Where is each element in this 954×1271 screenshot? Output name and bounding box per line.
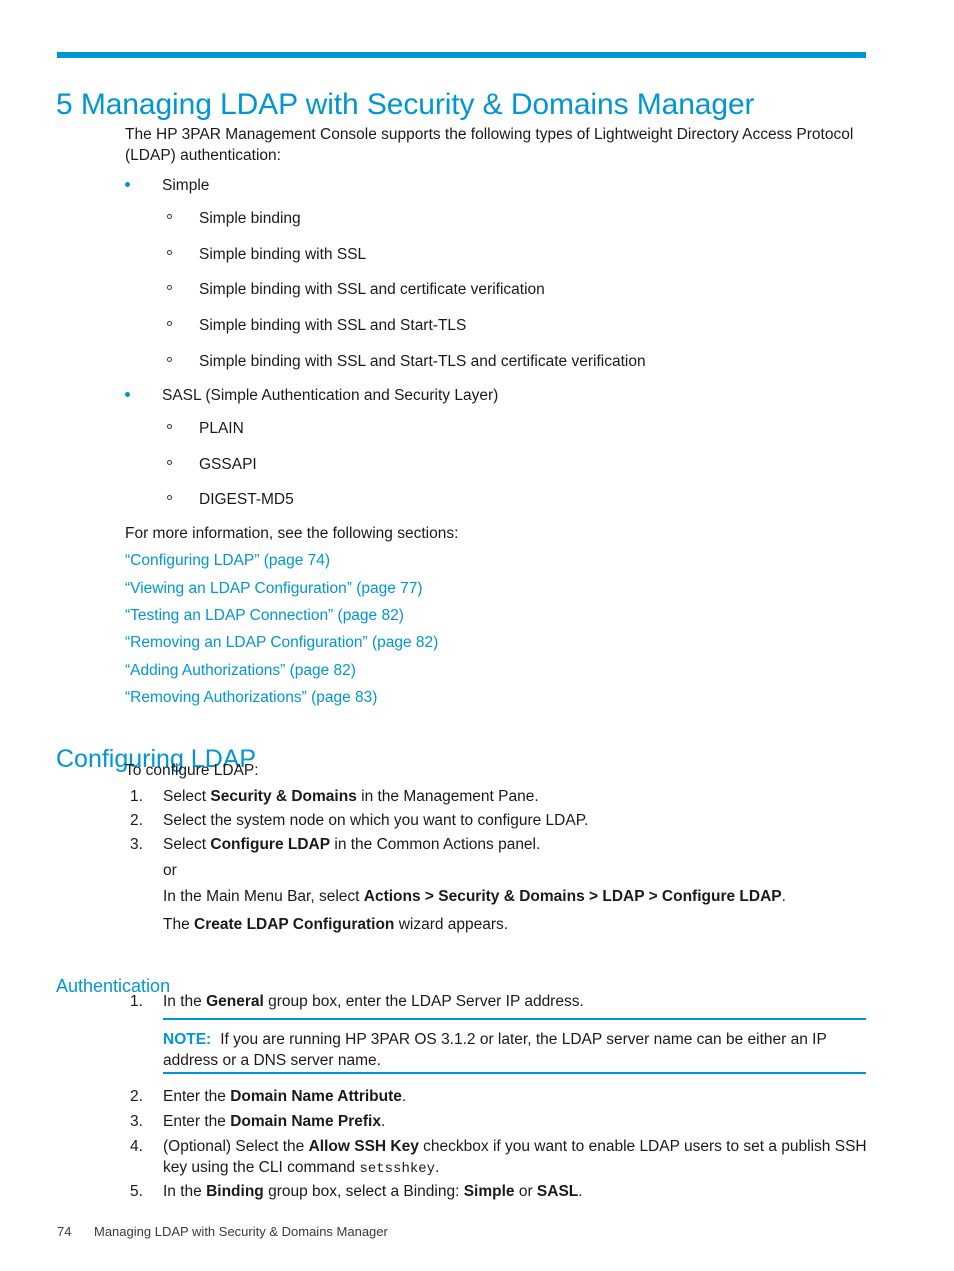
step-text-bold: Domain Name Attribute <box>230 1088 402 1105</box>
menu-path-pre: In the Main Menu Bar, select <box>163 888 364 905</box>
list-number: 1. <box>130 788 143 805</box>
xref-link-configuring-ldap[interactable]: “Configuring LDAP” (page 74) <box>125 550 330 571</box>
list-item-label: Simple binding <box>199 210 301 227</box>
list-item-label: SASL (Simple Authentication and Security… <box>162 387 499 404</box>
step-text-bold: Domain Name Prefix <box>230 1113 381 1130</box>
list-item-text: In the General group box, enter the LDAP… <box>163 991 584 1012</box>
footer-running-head: Managing LDAP with Security & Domains Ma… <box>94 1224 388 1239</box>
wizard-pre: The <box>163 916 195 933</box>
list-item-text: Select Configure LDAP in the Common Acti… <box>163 834 540 855</box>
step-text-post: in the Common Actions panel. <box>330 836 541 853</box>
list-number: 5. <box>130 1183 143 1200</box>
list-number: 3. <box>130 836 143 853</box>
step-text-pre: Select <box>163 788 211 805</box>
step-text-bold: Configure LDAP <box>210 836 331 853</box>
xref-link-adding-authorizations[interactable]: “Adding Authorizations” (page 82) <box>125 660 356 681</box>
list-number: 4. <box>130 1138 143 1155</box>
list-item-label: Simple binding with SSL and Start-TLS <box>199 317 467 334</box>
step-text-post: group box, enter the LDAP Server IP addr… <box>263 993 584 1010</box>
bullet-dot-icon <box>125 392 130 397</box>
step-text-post: . <box>401 1088 407 1105</box>
note-box: NOTE: If you are running HP 3PAR OS 3.1.2… <box>163 1029 869 1071</box>
note-rule-top <box>163 1018 866 1020</box>
step-text-bold: Security & Domains <box>210 788 357 805</box>
step-text-pre: In the <box>163 1183 207 1200</box>
list-number: 3. <box>130 1113 143 1130</box>
list-item-text: Enter the Domain Name Attribute. <box>163 1086 406 1107</box>
xref-link-removing-authorizations[interactable]: “Removing Authorizations” (page 83) <box>125 687 377 708</box>
list-item-label: DIGEST-MD5 <box>199 491 294 508</box>
list-item-text: Select Security & Domains in the Managem… <box>163 786 539 807</box>
menu-path-post: . <box>781 888 786 905</box>
step-text-post: in the Management Pane. <box>356 788 539 805</box>
step-text-tail: . <box>435 1159 440 1176</box>
step-text-bold: General <box>206 993 264 1010</box>
list-item-label: Simple <box>162 177 210 194</box>
xref-link-removing-ldap-configuration[interactable]: “Removing an LDAP Configuration” (page 8… <box>125 632 438 653</box>
menu-path-bold: Actions > Security & Domains > LDAP > Co… <box>363 888 782 905</box>
xref-link-viewing-ldap-configuration[interactable]: “Viewing an LDAP Configuration” (page 77… <box>125 578 423 599</box>
list-item-text: In the Binding group box, select a Bindi… <box>163 1181 583 1202</box>
list-item-label: Simple binding with SSL <box>199 246 367 263</box>
alternative-or-label: or <box>163 862 177 879</box>
step-text-pre: (Optional) Select the <box>163 1138 309 1155</box>
see-also-lead-in: For more information, see the following … <box>125 525 459 542</box>
intro-paragraph: The HP 3PAR Management Console supports … <box>125 126 854 164</box>
step-text-mid2: or <box>514 1183 537 1200</box>
bullet-circle-icon <box>167 285 172 290</box>
wizard-post: wizard appears. <box>394 916 509 933</box>
list-number: 2. <box>130 1088 143 1105</box>
step-text-pre: Enter the <box>163 1088 231 1105</box>
list-item-text: Enter the Domain Name Prefix. <box>163 1111 385 1132</box>
step-text-bold3: SASL <box>536 1183 579 1200</box>
wizard-result-text: The Create LDAP Configuration wizard app… <box>163 914 869 935</box>
list-item-text: Select the system node on which you want… <box>163 812 589 829</box>
bullet-circle-icon <box>167 495 172 500</box>
bullet-circle-icon <box>167 321 172 326</box>
page-title: 5 Managing LDAP with Security & Domains … <box>56 88 755 122</box>
step-text-mid: group box, select a Binding: <box>263 1183 464 1200</box>
step-text-bold2: Simple <box>463 1183 515 1200</box>
xref-link-testing-ldap-connection[interactable]: “Testing an LDAP Connection” (page 82) <box>125 605 404 626</box>
note-text: If you are running HP 3PAR OS 3.1.2 or l… <box>163 1031 827 1069</box>
bullet-circle-icon <box>167 250 172 255</box>
note-label: NOTE: <box>163 1031 212 1048</box>
bullet-circle-icon <box>167 460 172 465</box>
menu-path-instruction: In the Main Menu Bar, select Actions > S… <box>163 886 869 907</box>
step-text-pre: Enter the <box>163 1113 231 1130</box>
chapter-rule <box>57 52 866 58</box>
list-item-label: PLAIN <box>199 420 244 437</box>
bullet-circle-icon <box>167 214 172 219</box>
list-number: 1. <box>130 993 143 1010</box>
list-number: 2. <box>130 812 143 829</box>
list-item-label: Simple binding with SSL and certificate … <box>199 281 545 298</box>
configure-lead-in: To configure LDAP: <box>125 762 259 779</box>
step-text-post: . <box>380 1113 386 1130</box>
cli-command: setsshkey <box>359 1161 436 1177</box>
bullet-circle-icon <box>167 424 172 429</box>
step-text-bold: Binding <box>206 1183 264 1200</box>
note-rule-bottom <box>163 1072 866 1074</box>
bullet-circle-icon <box>167 357 172 362</box>
document-page: 5 Managing LDAP with Security & Domains … <box>0 0 954 1271</box>
step-text-post: . <box>578 1183 583 1200</box>
list-item-label: Simple binding with SSL and Start-TLS an… <box>199 353 646 370</box>
bullet-dot-icon <box>125 182 130 187</box>
step-text-bold: Allow SSH Key <box>308 1138 419 1155</box>
wizard-bold: Create LDAP Configuration <box>194 916 395 933</box>
list-item-text: (Optional) Select the Allow SSH Key chec… <box>163 1136 870 1180</box>
footer-page-number: 74 <box>57 1224 72 1239</box>
list-item-label: GSSAPI <box>199 456 257 473</box>
step-text-pre: In the <box>163 993 207 1010</box>
step-text-pre: Select <box>163 836 211 853</box>
